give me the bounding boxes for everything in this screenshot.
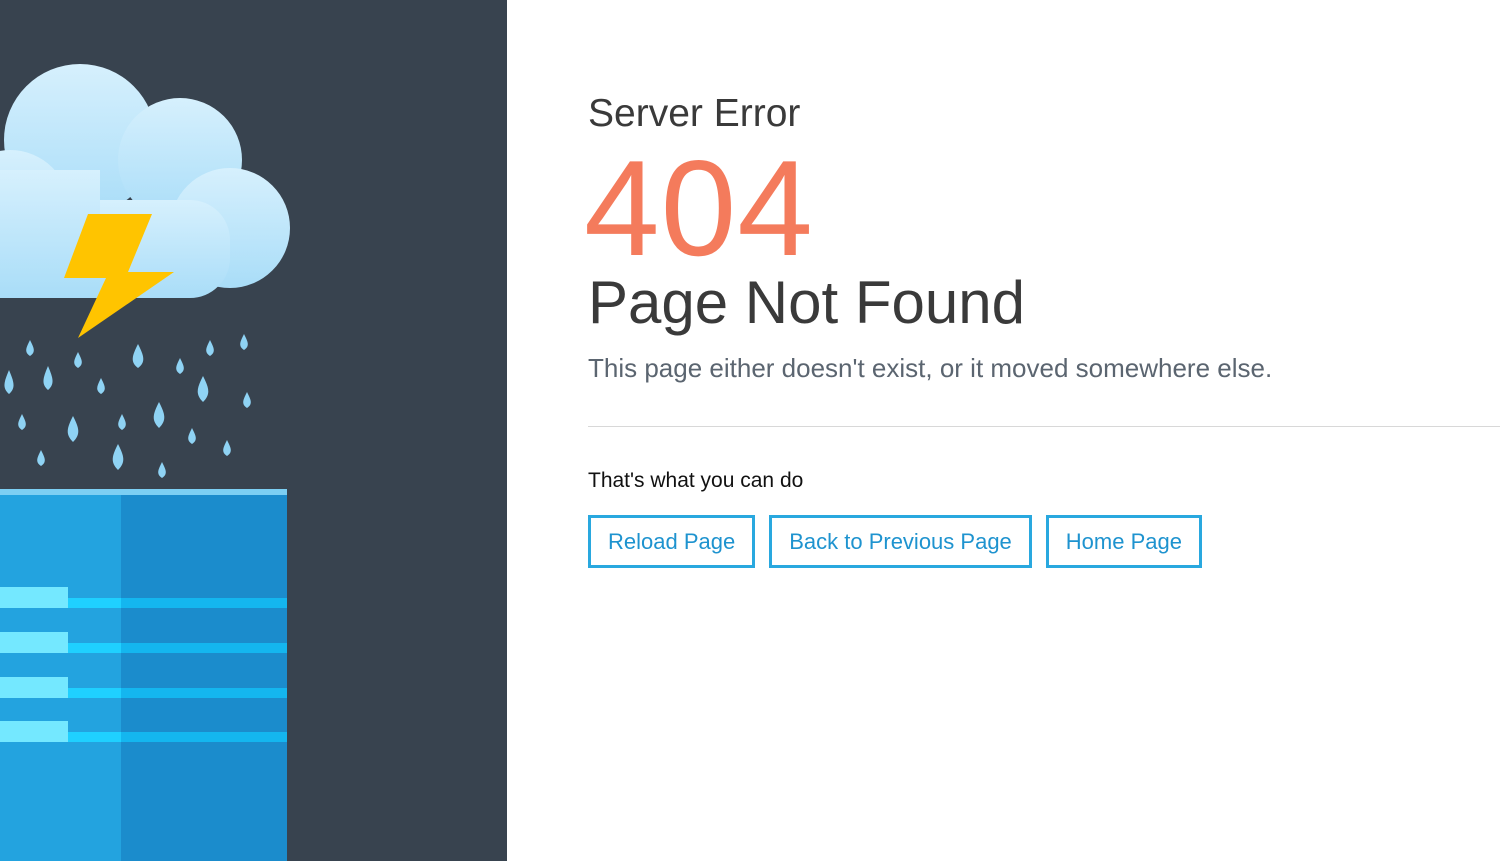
server-icon bbox=[0, 489, 287, 861]
illustration-panel bbox=[0, 0, 507, 861]
back-to-previous-page-button[interactable]: Back to Previous Page bbox=[769, 515, 1032, 568]
error-page: Server Error 404 Page Not Found This pag… bbox=[0, 0, 1500, 861]
error-code: 404 bbox=[584, 132, 814, 284]
error-kind-heading: Server Error bbox=[588, 92, 801, 135]
page-title: Page Not Found bbox=[588, 269, 1025, 336]
error-description: This page either doesn't exist, or it mo… bbox=[588, 353, 1273, 383]
cloud-icon bbox=[0, 64, 290, 298]
raindrop-icon bbox=[4, 334, 251, 478]
storm-illustration bbox=[0, 64, 290, 861]
divider bbox=[588, 426, 1500, 427]
error-content: Server Error 404 Page Not Found This pag… bbox=[584, 0, 1500, 861]
home-page-button[interactable]: Home Page bbox=[1045, 515, 1202, 568]
actions-heading: That's what you can do bbox=[588, 469, 804, 492]
action-buttons: Reload Page Back to Previous Page Home P… bbox=[588, 515, 1202, 568]
reload-page-button[interactable]: Reload Page bbox=[588, 515, 756, 568]
